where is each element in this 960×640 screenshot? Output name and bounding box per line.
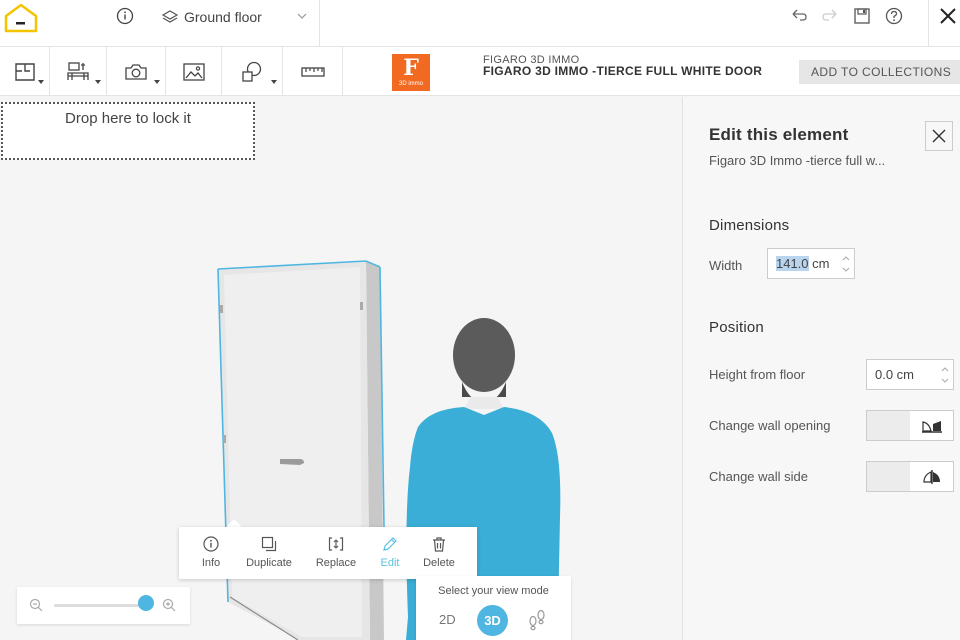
pencil-icon (383, 537, 397, 551)
divider (928, 0, 929, 47)
panel-title: Edit this element (709, 125, 849, 144)
view-mode-title: Select your view mode (438, 585, 549, 597)
image-icon (182, 62, 205, 81)
context-info-label: Info (201, 557, 221, 569)
context-delete-button[interactable]: Delete (403, 527, 475, 579)
brand-logo-letter: F (403, 55, 419, 81)
chevron-down-icon (297, 13, 307, 19)
add-to-collections-button[interactable]: ADD TO COLLECTIONS (799, 60, 960, 84)
caret-down-icon (271, 80, 277, 84)
toggle-off-state (867, 462, 910, 491)
dimensions-title: Dimensions (709, 217, 790, 234)
info-icon[interactable] (116, 7, 134, 25)
close-icon[interactable] (938, 6, 958, 26)
floor-selector[interactable]: Ground floor (162, 6, 312, 28)
door-opening-icon (922, 421, 942, 433)
home-logo-icon[interactable] (2, 2, 40, 34)
redo-icon[interactable] (820, 6, 840, 26)
context-replace-button[interactable]: Replace (295, 527, 377, 579)
ruler-icon (300, 66, 325, 77)
height-from-floor-value: 0.0 cm (875, 367, 915, 382)
furniture-tool-button[interactable] (50, 47, 107, 96)
wall-side-toggle[interactable] (866, 461, 954, 492)
top-bar: Ground floor (0, 0, 960, 47)
context-edit-button[interactable]: Edit (377, 527, 403, 579)
zoom-in-icon[interactable] (162, 598, 176, 612)
width-input[interactable]: 141.0 cm (767, 248, 855, 279)
context-duplicate-label: Duplicate (246, 557, 292, 569)
floorplan-tool-button[interactable] (0, 47, 50, 96)
element-context-menu: Info Duplicate Replace Edit Delete (179, 527, 477, 579)
context-info-button[interactable]: Info (179, 527, 243, 579)
panel-close-button[interactable] (925, 121, 953, 151)
close-icon (932, 129, 946, 143)
furniture-icon (67, 61, 89, 80)
position-title: Position (709, 319, 764, 336)
undo-icon[interactable] (789, 6, 809, 26)
wall-opening-label: Change wall opening (709, 418, 831, 433)
context-edit-label: Edit (380, 557, 400, 569)
measure-tool-button[interactable] (283, 47, 343, 96)
floor-label: Ground floor (184, 9, 262, 25)
zoom-slider-handle[interactable] (138, 595, 155, 611)
layers-icon (162, 10, 178, 23)
brand-logo-sub: 3D immo (398, 81, 423, 87)
brand-logo: F 3D immo (392, 54, 430, 91)
height-from-floor-label: Height from floor (709, 367, 806, 382)
zoom-out-icon[interactable] (29, 598, 43, 612)
footsteps-icon[interactable] (527, 609, 547, 631)
width-label: Width (709, 258, 743, 273)
trash-icon (433, 537, 445, 552)
view-2d-button[interactable]: 2D (439, 612, 456, 627)
save-icon[interactable] (852, 6, 872, 26)
caret-down-icon (95, 80, 101, 84)
info-icon (203, 536, 219, 552)
lock-drop-zone[interactable]: Drop here to lock it (1, 102, 255, 160)
height-from-floor-input[interactable]: 0.0 cm (866, 359, 954, 390)
duplicate-icon (261, 536, 277, 552)
width-unit: cm (812, 256, 830, 271)
product-name: FIGARO 3D IMMO -TIERCE FULL WHITE DOOR (483, 64, 763, 78)
toolbar: F 3D immo FIGARO 3D IMMO FIGARO 3D IMMO … (0, 47, 960, 96)
stepper-icon[interactable] (941, 364, 949, 386)
viewport-3d[interactable]: Drop here to lock it Info Duplicate Repl… (0, 97, 682, 640)
context-delete-label: Delete (423, 557, 455, 569)
edit-element-panel: Edit this element Figaro 3D Immo -tierce… (682, 97, 960, 640)
wall-side-icon (923, 470, 940, 484)
divider (319, 0, 320, 47)
zoom-control (17, 587, 190, 624)
zoom-slider-track[interactable] (54, 604, 150, 607)
shapes-tool-button[interactable] (222, 47, 283, 96)
context-duplicate-button[interactable]: Duplicate (243, 527, 295, 579)
camera-icon (125, 63, 147, 80)
help-icon[interactable] (884, 6, 904, 26)
view-mode-selector: Select your view mode 2D 3D (416, 576, 571, 640)
width-value: 141.0 (776, 256, 809, 271)
stepper-icon[interactable] (842, 253, 850, 275)
image-tool-button[interactable] (166, 47, 222, 96)
context-replace-label: Replace (315, 557, 357, 569)
panel-subtitle: Figaro 3D Immo -tierce full w... (709, 153, 886, 168)
wall-side-label: Change wall side (709, 469, 809, 484)
caret-down-icon (154, 80, 160, 84)
toggle-off-state (867, 411, 910, 440)
caret-down-icon (38, 80, 44, 84)
wall-opening-toggle[interactable] (866, 410, 954, 441)
floorplan-icon (14, 62, 35, 81)
view-3d-button[interactable]: 3D (477, 605, 508, 636)
door-model[interactable] (217, 260, 385, 640)
replace-icon (328, 537, 344, 551)
shapes-icon (242, 61, 262, 82)
camera-tool-button[interactable] (107, 47, 166, 96)
